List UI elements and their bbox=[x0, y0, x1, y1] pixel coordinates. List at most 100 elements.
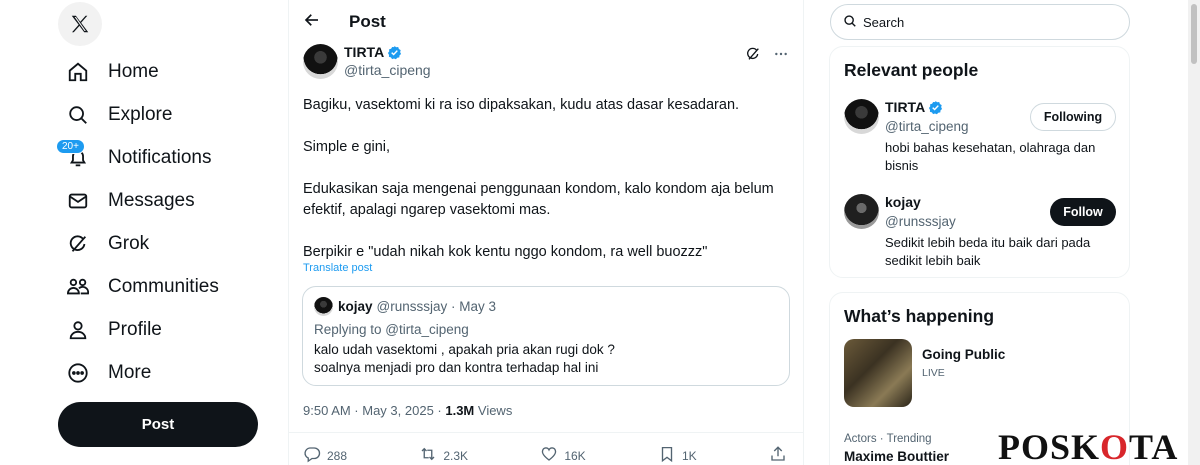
relevant-person[interactable]: kojay @runsssjay Sedikit lebih beda itu … bbox=[844, 194, 1116, 274]
notifications-badge: 20+ bbox=[56, 139, 85, 154]
post-header: Post bbox=[303, 10, 386, 34]
quote-author-name: kojay bbox=[338, 299, 373, 314]
reply-count: 288 bbox=[327, 448, 348, 463]
views-count: 1.3M bbox=[445, 403, 475, 418]
person-name[interactable]: TIRTA bbox=[885, 99, 925, 115]
nav-home-label: Home bbox=[108, 61, 159, 82]
person-avatar[interactable] bbox=[844, 194, 879, 229]
repost-button[interactable]: 2.3K bbox=[419, 445, 468, 465]
nav-notifications-label: Notifications bbox=[108, 147, 212, 168]
post-meta: 9:50 AM · May 3, 2025 · 1.3M Views bbox=[303, 403, 512, 418]
nav-more[interactable]: More bbox=[66, 358, 151, 388]
post-actions: 288 2.3K 16K 1K bbox=[303, 445, 787, 465]
trend-thumbnail[interactable] bbox=[844, 339, 912, 407]
reply-icon bbox=[303, 445, 321, 465]
repost-count: 2.3K bbox=[443, 448, 469, 463]
search-input[interactable]: Search bbox=[830, 4, 1130, 40]
author-name-row: TIRTA bbox=[344, 44, 431, 60]
person-name[interactable]: kojay bbox=[885, 194, 921, 210]
author-avatar[interactable] bbox=[303, 44, 338, 79]
quote-author-avatar bbox=[314, 297, 333, 316]
nav-communities[interactable]: Communities bbox=[66, 272, 219, 302]
reply-button[interactable]: 288 bbox=[303, 445, 347, 465]
nav-messages[interactable]: Messages bbox=[66, 186, 195, 216]
nav-explore-label: Explore bbox=[108, 104, 173, 125]
search-placeholder: Search bbox=[863, 14, 905, 30]
post-paragraph: Simple e gini, bbox=[303, 139, 391, 155]
person-name-row: TIRTA bbox=[885, 99, 943, 115]
trend-name[interactable]: Maxime Bouttier bbox=[844, 449, 949, 464]
nav-explore[interactable]: Explore bbox=[66, 100, 172, 130]
nav-more-label: More bbox=[108, 362, 152, 383]
author-handle[interactable]: @tirta_cipeng bbox=[344, 62, 431, 78]
person-bio: hobi bahas kesehatan, olahraga dan bisni… bbox=[885, 140, 1096, 173]
nav-profile-label: Profile bbox=[108, 319, 162, 340]
nav-grok-label: Grok bbox=[108, 233, 150, 254]
home-icon bbox=[66, 60, 90, 84]
page-title: Post bbox=[349, 12, 386, 31]
bell-icon: 20+ bbox=[56, 139, 90, 170]
trend-category: Actors · Trending bbox=[844, 433, 932, 445]
author-name[interactable]: TIRTA bbox=[344, 44, 384, 60]
poskota-watermark-logo: POSKOTA bbox=[998, 427, 1179, 465]
like-count: 16K bbox=[564, 448, 586, 463]
quote-line: kalo udah vasektomi , apakah pria akan r… bbox=[314, 342, 615, 357]
quote-replying-to: Replying to @tirta_cipeng bbox=[314, 322, 469, 337]
people-icon bbox=[66, 275, 90, 299]
x-logo-icon[interactable] bbox=[58, 2, 102, 46]
user-icon bbox=[66, 318, 90, 342]
search-icon bbox=[843, 14, 857, 31]
divider bbox=[289, 432, 803, 433]
more-circle-icon bbox=[66, 361, 90, 385]
relevant-people-panel: Relevant people TIRTA @tirta_cipeng hobi… bbox=[829, 46, 1130, 278]
person-name-row: kojay bbox=[885, 194, 921, 210]
scrollbar-thumb[interactable] bbox=[1191, 4, 1197, 64]
whats-happening-title: What’s happening bbox=[844, 306, 995, 326]
grok-icon[interactable] bbox=[745, 46, 761, 67]
repost-icon bbox=[419, 445, 437, 465]
quote-line: soalnya menjadi pro dan kontra terhadap … bbox=[314, 360, 599, 375]
follow-button[interactable]: Follow bbox=[1050, 198, 1116, 226]
trend-title[interactable]: Going Public bbox=[922, 347, 1005, 362]
back-arrow-icon[interactable] bbox=[303, 11, 321, 34]
quoted-post[interactable]: kojay @runsssjay · May 3 Replying to @ti… bbox=[302, 286, 790, 386]
post-paragraph: Bagiku, vasektomi ki ra iso dipaksakan, … bbox=[303, 97, 740, 113]
share-button[interactable] bbox=[769, 445, 787, 465]
nav-notifications[interactable]: 20+ Notifications bbox=[56, 139, 212, 173]
post-paragraph: Edukasikan saja mengenai penggunaan kond… bbox=[303, 181, 774, 218]
share-icon bbox=[769, 445, 787, 465]
person-handle: @tirta_cipeng bbox=[885, 119, 969, 134]
post-paragraph: Berpikir e "udah nikah kok kentu nggo ko… bbox=[303, 244, 708, 260]
translate-post-link[interactable]: Translate post bbox=[303, 262, 372, 274]
grok-icon bbox=[66, 232, 90, 256]
quote-header: kojay @runsssjay · May 3 bbox=[314, 297, 778, 316]
more-options-icon[interactable] bbox=[773, 46, 789, 67]
page-scrollbar[interactable] bbox=[1188, 0, 1200, 465]
nav-messages-label: Messages bbox=[108, 190, 195, 211]
main-column: Post TIRTA @tirta_cipeng Bagiku, vasekto… bbox=[288, 0, 804, 465]
person-avatar[interactable] bbox=[844, 99, 879, 134]
verified-badge-icon bbox=[387, 45, 402, 60]
verified-badge-icon bbox=[928, 100, 943, 115]
person-bio: Sedikit lebih beda itu baik dari pada se… bbox=[885, 235, 1091, 268]
search-icon bbox=[66, 103, 90, 127]
post-button[interactable]: Post bbox=[58, 402, 258, 447]
bookmark-button[interactable]: 1K bbox=[658, 445, 697, 465]
relevant-person[interactable]: TIRTA @tirta_cipeng hobi bahas kesehatan… bbox=[844, 99, 1116, 179]
following-button[interactable]: Following bbox=[1030, 103, 1116, 131]
nav-profile[interactable]: Profile bbox=[66, 315, 162, 345]
left-sidebar: Home Explore 20+ Notifications Messages … bbox=[52, 0, 272, 465]
quote-text: kalo udah vasektomi , apakah pria akan r… bbox=[314, 341, 778, 377]
bookmark-count: 1K bbox=[681, 448, 697, 463]
mail-icon bbox=[66, 189, 90, 213]
trend-live-label: LIVE bbox=[922, 367, 945, 379]
quote-meta: @runsssjay · May 3 bbox=[376, 299, 497, 314]
like-button[interactable]: 16K bbox=[540, 445, 586, 465]
nav-communities-label: Communities bbox=[108, 276, 219, 297]
views-label: Views bbox=[474, 403, 513, 418]
post-timestamp[interactable]: 9:50 AM · May 3, 2025 · bbox=[303, 403, 445, 418]
bookmark-icon bbox=[658, 445, 676, 465]
nav-grok[interactable]: Grok bbox=[66, 229, 149, 259]
person-handle: @runsssjay bbox=[885, 214, 956, 229]
nav-home[interactable]: Home bbox=[66, 57, 159, 87]
